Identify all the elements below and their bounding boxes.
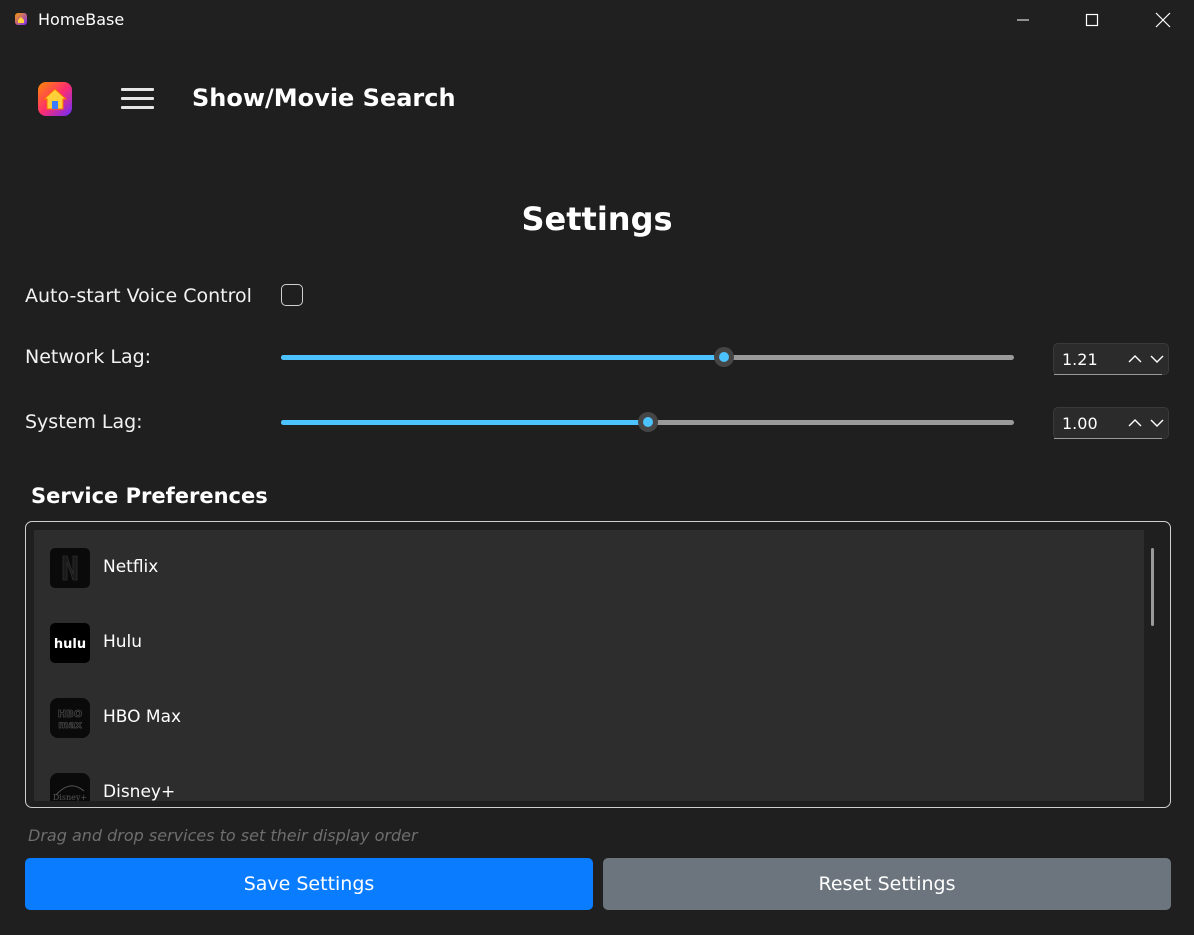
menu-icon-bar [121, 106, 154, 109]
homebase-logo[interactable] [38, 82, 72, 116]
disney-plus-icon: Disney+ [50, 773, 90, 801]
list-item-hbo-max[interactable]: HBO max HBO Max [34, 690, 1144, 765]
settings-heading: Settings [521, 200, 673, 238]
list-item-disney-plus[interactable]: Disney+ Disney+ [34, 765, 1144, 801]
minimize-button[interactable] [1000, 0, 1046, 40]
window-title: HomeBase [38, 10, 125, 29]
service-name: HBO Max [103, 707, 182, 727]
menu-icon-bar [121, 88, 154, 91]
service-preferences-title: Service Preferences [31, 484, 268, 508]
service-name: Disney+ [103, 782, 176, 801]
service-list[interactable]: Netflix hulu Hulu HBO max HBO Max Disney… [25, 521, 1171, 808]
service-name: Hulu [103, 632, 143, 652]
list-item-netflix[interactable]: Netflix [34, 540, 1144, 615]
chevron-down-icon[interactable] [1148, 350, 1166, 368]
network-lag-spinbox[interactable]: 1.21 [1053, 343, 1169, 375]
slider-thumb[interactable] [637, 412, 658, 432]
title-bar: HomeBase [0, 0, 1194, 40]
menu-icon-bar [121, 97, 154, 100]
app-window: HomeBase Show/Movie Search Settings Auto… [0, 0, 1194, 935]
page-title: Show/Movie Search [192, 84, 456, 112]
system-lag-label: System Lag: [25, 411, 143, 433]
network-lag-value[interactable]: 1.21 [1062, 350, 1098, 369]
spinbox-underline [1054, 374, 1162, 375]
network-lag-slider[interactable] [281, 347, 1014, 367]
hulu-icon: hulu [50, 623, 90, 663]
auto-start-label: Auto-start Voice Control [25, 285, 252, 307]
drag-drop-hint: Drag and drop services to set their disp… [28, 826, 418, 845]
close-icon [1155, 12, 1171, 28]
auto-start-checkbox[interactable] [281, 284, 303, 306]
svg-text:HBO: HBO [58, 709, 83, 720]
list-item-hulu[interactable]: hulu Hulu [34, 615, 1144, 690]
system-lag-spinbox[interactable]: 1.00 [1053, 407, 1169, 439]
svg-text:hulu: hulu [54, 637, 86, 652]
chevron-down-icon[interactable] [1148, 414, 1166, 432]
maximize-icon [1085, 13, 1099, 27]
svg-text:max: max [58, 720, 82, 731]
hbo-max-icon: HBO max [50, 698, 90, 738]
reset-settings-button[interactable]: Reset Settings [603, 858, 1171, 910]
netflix-icon [50, 548, 90, 588]
slider-fill [281, 420, 648, 425]
slider-fill [281, 355, 725, 360]
service-list-viewport: Netflix hulu Hulu HBO max HBO Max Disney… [34, 530, 1144, 801]
service-name: Netflix [103, 557, 159, 577]
hamburger-menu-button[interactable] [117, 84, 157, 114]
app-icon [15, 13, 27, 25]
system-lag-slider[interactable] [281, 412, 1014, 432]
save-settings-button[interactable]: Save Settings [25, 858, 593, 910]
close-button[interactable] [1140, 0, 1186, 40]
slider-thumb[interactable] [714, 347, 735, 367]
system-lag-value[interactable]: 1.00 [1062, 414, 1098, 433]
service-list-scrollbar[interactable] [1151, 548, 1154, 626]
svg-text:Disney+: Disney+ [53, 793, 87, 801]
minimize-icon [1017, 19, 1029, 21]
chevron-up-icon[interactable] [1126, 350, 1144, 368]
spinbox-underline [1054, 438, 1162, 439]
network-lag-label: Network Lag: [25, 346, 152, 368]
chevron-up-icon[interactable] [1126, 414, 1144, 432]
maximize-button[interactable] [1069, 0, 1115, 40]
